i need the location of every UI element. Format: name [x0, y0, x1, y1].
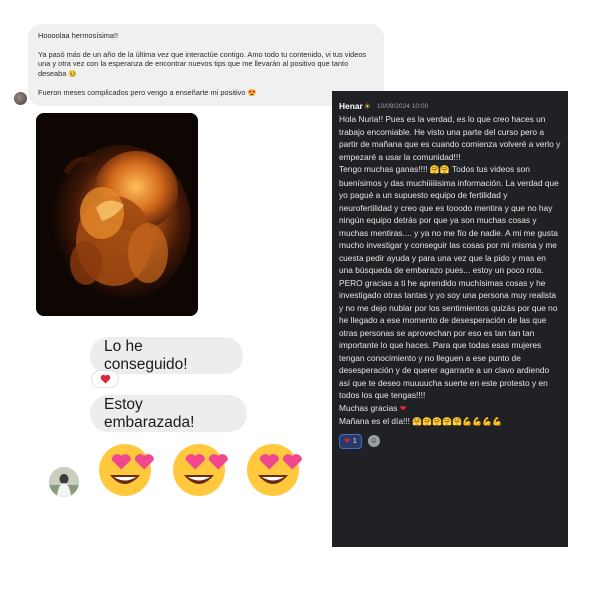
message-text: Estoy embarazada! — [104, 395, 195, 431]
message-bubble-embarazada[interactable]: Estoy embarazada! — [90, 395, 247, 432]
hugging-face-icon: 🤗🤗 — [429, 165, 450, 174]
red-heart-icon: ❤ — [399, 403, 407, 413]
comment-paragraph: Tengo muchas ganas!!!! — [339, 164, 428, 174]
avatar-photo — [49, 467, 79, 497]
comment-paragraph: Muchas gracias — [339, 402, 398, 413]
heart-icon — [100, 374, 110, 384]
hugging-face-icon: 🤗🤗🤗🤗🤗 — [412, 417, 463, 426]
reaction-count: 1 — [352, 437, 357, 445]
comment-paragraph: Mañana es el día!!! — [339, 416, 410, 426]
smiling-face-heart-eyes-icon — [99, 444, 154, 496]
sender-avatar[interactable] — [49, 467, 79, 497]
comment-timestamp: 10/09/2024 10:00 — [376, 102, 429, 110]
pleading-face-icon: 🥹 — [68, 70, 78, 78]
community-comment: Henar ☀ 10/09/2024 10:00 Hola Nuria!! Pu… — [332, 91, 568, 547]
message-reaction[interactable] — [92, 371, 118, 387]
dm-closing: Fueron meses complicados pero vengo a en… — [38, 88, 246, 98]
heart-eyes-icon: 😍 — [247, 90, 257, 98]
smiling-face-heart-eyes-icon — [247, 444, 302, 496]
sender-avatar[interactable] — [14, 92, 27, 105]
comment-username[interactable]: Henar — [339, 101, 363, 111]
dm-greeting: Hoooolaa hermosísima!! — [38, 31, 119, 40]
comment-paragraph: Hola Nuria!! Pues es la verdad, es lo qu… — [339, 114, 561, 162]
heart-icon: ❤ — [344, 438, 350, 445]
flexed-biceps-icon: 💪💪💪💪 — [462, 417, 502, 426]
add-reaction-icon[interactable]: ☺ — [367, 435, 380, 447]
ultrasound-picture — [36, 113, 198, 316]
comment-header: Henar ☀ 10/09/2024 10:00 — [339, 101, 561, 111]
ultrasound-image[interactable] — [36, 113, 198, 316]
dm-message-bubble: Hoooolaa hermosísima!! Ya pasó más de un… — [28, 24, 384, 106]
dm-body: Ya pasó más de un año de la última vez q… — [38, 49, 367, 78]
message-bubble-conseguido[interactable]: Lo he conseguido! — [90, 337, 243, 374]
comment-body: Hola Nuria!! Pues es la verdad, es lo qu… — [339, 113, 561, 429]
comment-reactions: ❤ 1 ☺ — [339, 433, 561, 449]
smiling-face-heart-eyes-icon — [173, 444, 228, 496]
heart-reaction-button[interactable]: ❤ 1 — [339, 433, 362, 449]
sun-icon: ☀ — [363, 101, 371, 111]
message-text: Lo he conseguido! — [104, 337, 188, 373]
comment-paragraph: Todos tus videos son buenísimos y das mu… — [339, 164, 559, 400]
